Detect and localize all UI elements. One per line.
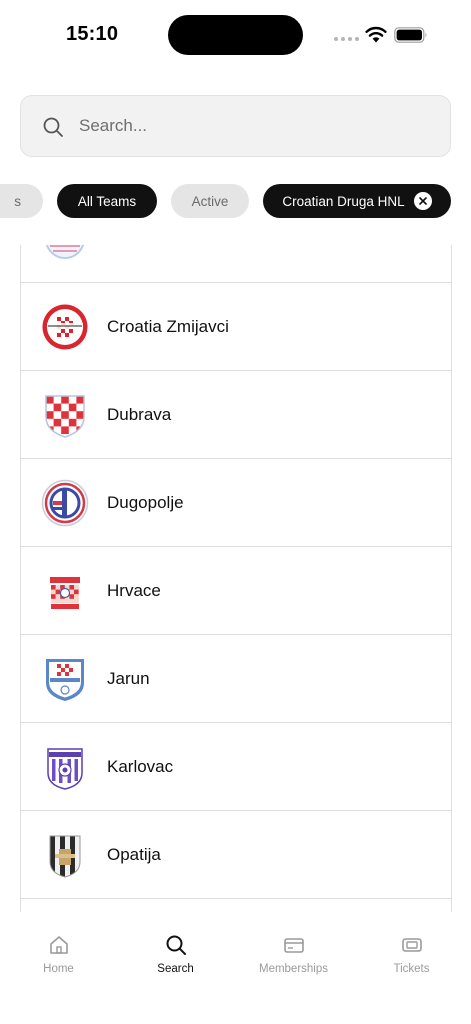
search-icon <box>166 935 186 955</box>
team-name: Karlovac <box>107 757 174 776</box>
status-time: 15:10 <box>66 23 119 45</box>
striped-crest-logo <box>45 245 85 259</box>
team-list[interactable]: Orbital Croatia Zmijavci <box>20 245 452 912</box>
team-name: Opatija <box>107 845 161 864</box>
home-icon <box>49 936 68 954</box>
team-row[interactable]: Dubrava <box>21 371 451 459</box>
tab-home[interactable]: Home <box>0 934 117 994</box>
team-name: Orbital <box>107 245 157 283</box>
dynamic-island <box>168 15 303 55</box>
search-icon <box>43 117 63 137</box>
team-name: Dubrava <box>107 405 172 424</box>
team-row[interactable]: Karlovac <box>21 723 451 811</box>
search-bar[interactable] <box>20 95 451 157</box>
blue-red-round-logo <box>41 479 89 527</box>
team-name: Jarun <box>107 669 150 688</box>
cellular-signal-icon <box>334 37 359 41</box>
team-name: Hrvace <box>107 581 161 600</box>
checkered-shield-logo <box>45 395 85 438</box>
checkered-square-crest-logo <box>47 571 83 611</box>
wifi-icon <box>365 26 387 43</box>
tab-memberships[interactable]: Memberships <box>235 934 352 994</box>
team-row[interactable]: Jarun <box>21 635 451 723</box>
filter-chip-all-teams[interactable]: All Teams <box>57 184 157 218</box>
team-row[interactable]: Hrvace <box>21 547 451 635</box>
team-row[interactable]: Opatija <box>21 811 451 899</box>
tab-bar: Home Search Memberships Tickets <box>0 912 471 1024</box>
tab-tickets[interactable]: Tickets <box>353 934 470 994</box>
close-icon <box>418 197 427 205</box>
team-row[interactable]: Dugopolje <box>21 459 451 547</box>
filter-chip-row[interactable]: s All Teams Active Croatian Druga HNL <box>0 184 471 219</box>
team-row[interactable]: Croatia Zmijavci <box>21 283 451 371</box>
black-white-striped-shield-logo <box>49 835 81 878</box>
team-row[interactable]: Orbital <box>21 245 451 283</box>
search-input[interactable] <box>79 96 429 156</box>
filter-chip-active[interactable]: Active <box>171 184 249 218</box>
purple-striped-shield-logo <box>47 748 83 790</box>
card-icon <box>283 938 304 953</box>
red-white-checker-round-logo <box>42 304 88 350</box>
battery-icon <box>394 27 427 43</box>
team-name: Croatia Zmijavci <box>107 317 229 336</box>
filter-chip-partial[interactable]: s <box>0 184 43 218</box>
remove-filter-button[interactable] <box>413 192 432 210</box>
tab-search[interactable]: Search <box>117 934 234 994</box>
ticket-icon <box>401 938 422 952</box>
blue-shield-logo <box>46 659 84 701</box>
status-bar: 15:10 <box>0 0 471 70</box>
filter-chip-croatian-druga-hnl[interactable]: Croatian Druga HNL <box>263 184 451 218</box>
team-name: Dugopolje <box>107 493 184 512</box>
